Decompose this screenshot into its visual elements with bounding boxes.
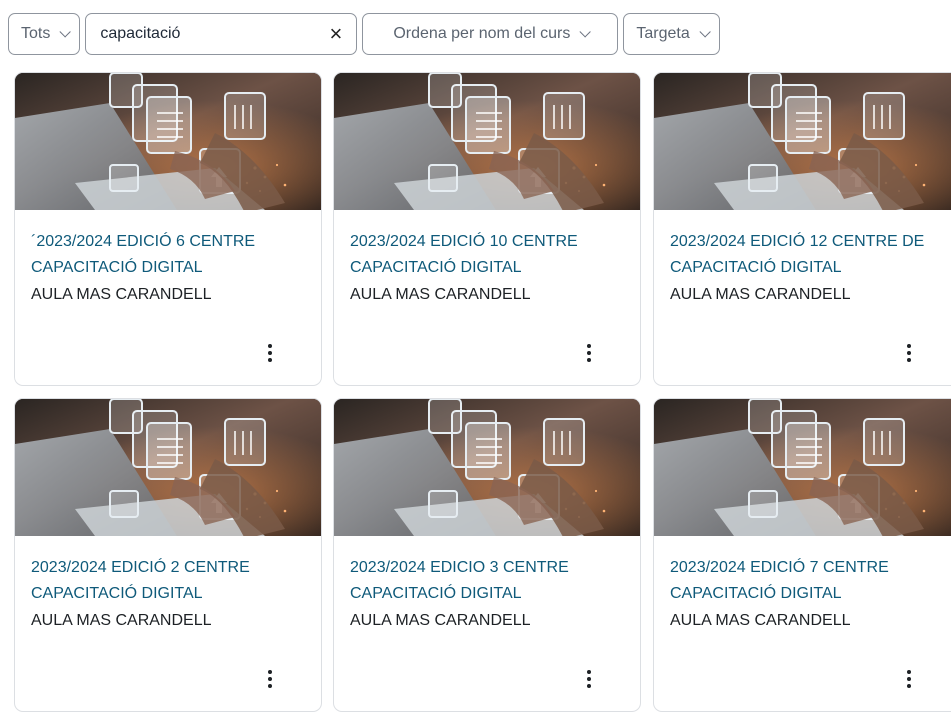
course-category: AULA MAS CARANDELL [350, 612, 531, 629]
menu-dot [268, 670, 272, 674]
course-title-link[interactable]: 2023/2024 EDICIO 3 CENTRE CAPACITACIÓ DI… [350, 555, 638, 607]
course-actions-menu-icon[interactable] [900, 667, 918, 691]
menu-dot [268, 351, 272, 355]
course-thumbnail-illustration [654, 73, 951, 210]
search-input[interactable] [98, 24, 323, 44]
menu-dot [907, 344, 911, 348]
course-actions-menu-icon[interactable] [900, 341, 918, 365]
menu-dot [907, 670, 911, 674]
course-title-link[interactable]: 2023/2024 EDICIÓ 10 CENTRE CAPACITACIÓ D… [350, 229, 638, 281]
course-category: AULA MAS CARANDELL [670, 286, 851, 303]
menu-dot [268, 344, 272, 348]
sort-label: Ordena per nom del curs [393, 25, 571, 42]
course-thumbnail-illustration [334, 73, 640, 210]
course-actions-menu-icon[interactable] [580, 341, 598, 365]
menu-dot [587, 684, 591, 688]
course-card[interactable]: 2023/2024 EDICIÓ 7 CENTRE CAPACITACIÓ DI… [653, 398, 951, 712]
menu-dot [907, 677, 911, 681]
course-thumbnail-illustration [334, 399, 640, 536]
clear-search-icon[interactable]: × [329, 23, 342, 45]
menu-dot [268, 677, 272, 681]
course-image[interactable] [334, 399, 640, 536]
menu-dot [907, 358, 911, 362]
course-image[interactable] [15, 73, 321, 210]
menu-dot [587, 344, 591, 348]
course-actions-menu-icon[interactable] [261, 341, 279, 365]
course-filter-toolbar: Tots × Ordena per nom del curs Targeta [8, 12, 720, 56]
course-category: AULA MAS CARANDELL [670, 612, 851, 629]
course-category: AULA MAS CARANDELL [31, 286, 212, 303]
menu-dot [587, 677, 591, 681]
course-search-field[interactable]: × [85, 13, 358, 55]
menu-dot [587, 358, 591, 362]
chevron-down-icon [699, 26, 711, 38]
course-thumbnail-illustration [15, 73, 321, 210]
course-thumbnail-illustration [15, 399, 321, 536]
course-title-link[interactable]: 2023/2024 EDICIÓ 12 CENTRE DE CAPACITACI… [670, 229, 951, 281]
menu-dot [907, 684, 911, 688]
course-card[interactable]: 2023/2024 EDICIO 3 CENTRE CAPACITACIÓ DI… [333, 398, 641, 712]
view-mode-label: Targeta [636, 25, 690, 42]
menu-dot [587, 351, 591, 355]
course-title-link[interactable]: ´2023/2024 EDICIÓ 6 CENTRE CAPACITACIÓ D… [31, 229, 319, 281]
course-thumbnail-illustration [654, 399, 951, 536]
course-actions-menu-icon[interactable] [261, 667, 279, 691]
menu-dot [907, 351, 911, 355]
menu-dot [268, 358, 272, 362]
menu-dot [587, 670, 591, 674]
course-image[interactable] [334, 73, 640, 210]
course-card[interactable]: 2023/2024 EDICIÓ 10 CENTRE CAPACITACIÓ D… [333, 72, 641, 386]
status-filter-label: Tots [21, 25, 51, 42]
course-title-link[interactable]: 2023/2024 EDICIÓ 7 CENTRE CAPACITACIÓ DI… [670, 555, 951, 607]
course-card[interactable]: ´2023/2024 EDICIÓ 6 CENTRE CAPACITACIÓ D… [14, 72, 322, 386]
course-image[interactable] [15, 399, 321, 536]
status-filter-dropdown[interactable]: Tots [8, 13, 81, 55]
menu-dot [268, 684, 272, 688]
course-image[interactable] [654, 73, 951, 210]
course-actions-menu-icon[interactable] [580, 667, 598, 691]
course-category: AULA MAS CARANDELL [31, 612, 212, 629]
view-mode-dropdown[interactable]: Targeta [623, 13, 720, 55]
course-category: AULA MAS CARANDELL [350, 286, 531, 303]
course-card[interactable]: 2023/2024 EDICIÓ 12 CENTRE DE CAPACITACI… [653, 72, 951, 386]
chevron-down-icon [59, 26, 72, 38]
chevron-down-icon [579, 26, 592, 38]
course-card[interactable]: 2023/2024 EDICIÓ 2 CENTRE CAPACITACIÓ DI… [14, 398, 322, 712]
course-title-link[interactable]: 2023/2024 EDICIÓ 2 CENTRE CAPACITACIÓ DI… [31, 555, 319, 607]
sort-dropdown[interactable]: Ordena per nom del curs [362, 13, 619, 55]
course-image[interactable] [654, 399, 951, 536]
